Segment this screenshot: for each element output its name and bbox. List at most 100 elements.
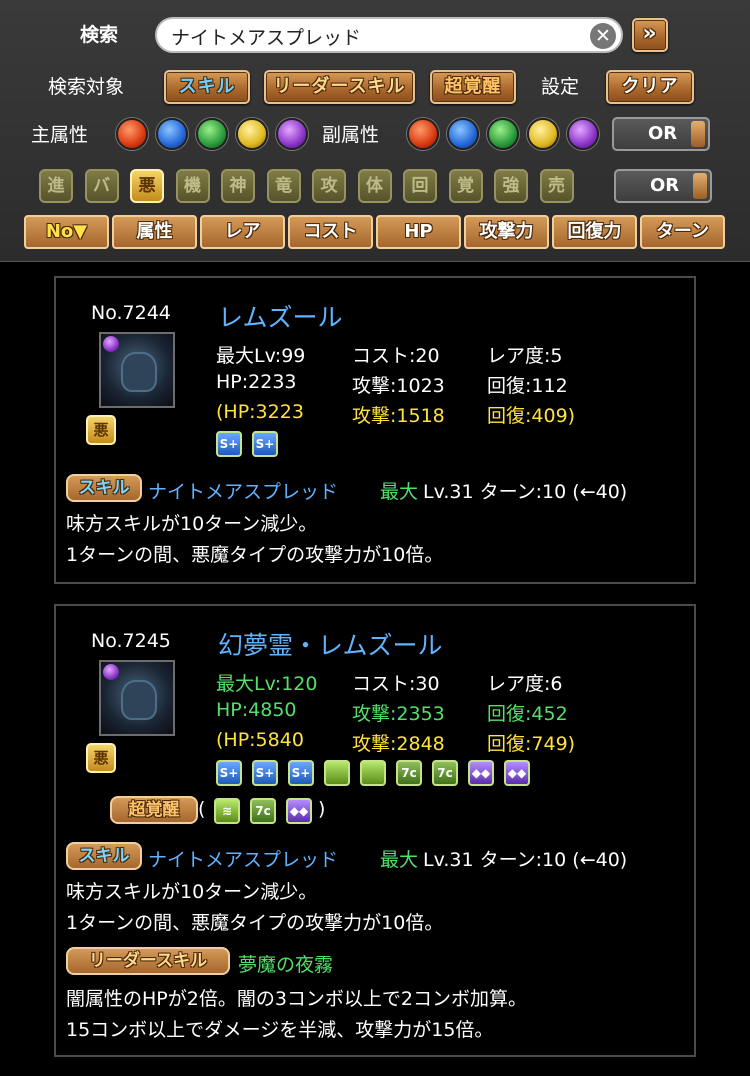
super-awakening-option-icon[interactable]: ≋ xyxy=(214,798,240,824)
skill-boost-awakening-icon: S+ xyxy=(252,760,278,786)
devil-type-icon: 悪 xyxy=(86,743,116,773)
close-icon: ✕ xyxy=(595,25,611,47)
main-wood-orb-icon[interactable] xyxy=(196,118,228,150)
sort-turn-button[interactable]: ターン xyxy=(640,215,725,249)
seven-combo-awakening-icon: 7c xyxy=(432,760,458,786)
target-skill-button[interactable]: スキル xyxy=(164,70,250,104)
attr-or-toggle[interactable]: OR xyxy=(612,117,710,151)
toggle-knob xyxy=(691,121,705,147)
monster-portrait[interactable] xyxy=(99,660,175,736)
monster-portrait[interactable] xyxy=(99,332,175,408)
super-awakening-option-icon[interactable]: ◆◆ xyxy=(286,798,312,824)
sort-atk-button[interactable]: 攻撃力 xyxy=(464,215,549,249)
main-fire-orb-icon[interactable] xyxy=(116,118,148,150)
sub-dark-orb-icon[interactable] xyxy=(567,118,599,150)
target-super-awaken-button[interactable]: 超覚醒 xyxy=(430,70,516,104)
target-leader-skill-button[interactable]: リーダースキル xyxy=(264,70,415,104)
machine-icon[interactable]: 機 xyxy=(175,169,210,203)
sort-attr-button[interactable]: 属性 xyxy=(112,215,197,249)
search-go-button[interactable]: » xyxy=(632,18,668,52)
monster-card[interactable]: No.7244 レムズール 悪 最大Lv:99 コスト:20 レア度:5 HP:… xyxy=(54,276,696,584)
monster-name[interactable]: 幻夢霊・レムズール xyxy=(218,626,443,662)
rarity: レア度:6 xyxy=(487,673,563,695)
hp-stat: HP:2233 xyxy=(216,371,297,393)
sort-cost-button[interactable]: コスト xyxy=(288,215,373,249)
super-awakening-option-icon[interactable]: 7c xyxy=(250,798,276,824)
dragon-icon[interactable]: 竜 xyxy=(266,169,301,203)
seven-combo-awakening-icon: 7c xyxy=(396,760,422,786)
atk-stat: 攻撃:1023 xyxy=(352,375,445,397)
atk-plus-stat: 攻撃:2848 xyxy=(352,733,445,755)
cost: コスト:20 xyxy=(352,345,440,367)
rcv-stat: 回復:112 xyxy=(487,375,568,397)
devil-icon[interactable]: 悪 xyxy=(130,169,164,203)
skill-description-line: 1ターンの間、悪魔タイプの攻撃力が10倍。 xyxy=(66,912,444,934)
rcv-stat: 回復:452 xyxy=(487,703,568,725)
skill-max-label: 最大 xyxy=(380,481,419,503)
skill-name: ナイトメアスプレッド xyxy=(148,849,339,871)
dark-attr-icon xyxy=(103,336,119,352)
type-or-toggle[interactable]: OR xyxy=(614,169,712,203)
sub-wood-orb-icon[interactable] xyxy=(487,118,519,150)
attacker-icon[interactable]: 攻 xyxy=(312,169,346,203)
atk-plus-stat: 攻撃:1518 xyxy=(352,405,445,427)
monster-card[interactable]: No.7245 幻夢霊・レムズール 悪 最大Lv:120 コスト:30 レア度:… xyxy=(54,604,696,1057)
main-water-orb-icon[interactable] xyxy=(156,118,188,150)
skill-tag: スキル xyxy=(66,474,142,502)
monster-name[interactable]: レムズール xyxy=(218,298,343,334)
sub-water-orb-icon[interactable] xyxy=(447,118,479,150)
monster-face xyxy=(121,680,157,720)
enhance-material-icon[interactable]: 強 xyxy=(494,169,528,203)
leader-skill-name: 夢魔の夜霧 xyxy=(238,954,334,976)
dark-row-awakening-icon: ◆◆ xyxy=(468,760,494,786)
skill-description-line: 味方スキルが10ターン減少。 xyxy=(66,513,318,535)
search-target-label: 検索対象 xyxy=(48,76,125,98)
sort-no-button[interactable]: No▼ xyxy=(24,215,109,249)
time-extend-awakening-icon xyxy=(324,760,350,786)
sort-rarity-button[interactable]: レア xyxy=(200,215,285,249)
sort-hp-button[interactable]: HP xyxy=(376,215,461,249)
sell-icon[interactable]: 売 xyxy=(539,169,574,203)
balance-icon[interactable]: バ xyxy=(84,169,119,203)
search-box[interactable]: ✕ xyxy=(155,17,623,53)
skill-description-line: 味方スキルが10ターン減少。 xyxy=(66,881,318,903)
skill-boost-awakening-icon: S+ xyxy=(216,431,242,457)
healer-icon[interactable]: 回 xyxy=(403,169,437,203)
settings-label: 設定 xyxy=(541,76,580,98)
rcv-plus-stat: 回復:409) xyxy=(487,405,576,427)
search-panel: 検索 ✕ » 検索対象 スキル リーダースキル 超覚醒 設定 クリア 主属性 副… xyxy=(0,0,750,262)
rcv-plus-stat: 回復:749) xyxy=(487,733,576,755)
monster-number: No.7244 xyxy=(91,302,171,324)
main-dark-orb-icon[interactable] xyxy=(276,118,308,150)
cost: コスト:30 xyxy=(352,673,440,695)
skill-description-line: 1ターンの間、悪魔タイプの攻撃力が10倍。 xyxy=(66,544,444,566)
skill-level-turn: Lv.31 ターン:10 (←40) xyxy=(423,481,628,503)
clear-search-button[interactable]: ✕ xyxy=(590,23,616,49)
sub-attr-label: 副属性 xyxy=(322,124,380,146)
leader-skill-description-line: 闇属性のHPが2倍。闇の3コンボ以上で2コンボ加算。 xyxy=(66,988,528,1010)
leader-skill-description-line: 15コンボ以上でダメージを半減、攻撃力が15倍。 xyxy=(66,1019,494,1041)
clear-button[interactable]: クリア xyxy=(606,70,694,104)
physical-icon[interactable]: 体 xyxy=(357,169,392,203)
atk-stat: 攻撃:2353 xyxy=(352,703,445,725)
skill-max-label: 最大 xyxy=(380,849,419,871)
skill-boost-awakening-icon: S+ xyxy=(288,760,314,786)
skill-boost-awakening-icon: S+ xyxy=(216,760,242,786)
skill-boost-awakening-icon: S+ xyxy=(252,431,278,457)
main-light-orb-icon[interactable] xyxy=(236,118,268,150)
evo-icon[interactable]: 進 xyxy=(39,169,73,203)
search-input[interactable] xyxy=(171,24,591,48)
dark-attr-icon xyxy=(103,664,119,680)
sort-rcv-button[interactable]: 回復力 xyxy=(552,215,637,249)
time-extend-awakening-icon xyxy=(360,760,386,786)
attr-or-toggle-label: OR xyxy=(648,123,678,144)
skill-name: ナイトメアスプレッド xyxy=(148,481,339,503)
sub-light-orb-icon[interactable] xyxy=(527,118,559,150)
fast-forward-icon: » xyxy=(642,21,658,46)
sub-fire-orb-icon[interactable] xyxy=(407,118,439,150)
awaken-material-icon[interactable]: 覚 xyxy=(448,169,483,203)
super-awakening-close-paren: ) xyxy=(318,798,326,820)
hp-stat: HP:4850 xyxy=(216,699,297,721)
god-icon[interactable]: 神 xyxy=(221,169,255,203)
leader-skill-tag: リーダースキル xyxy=(66,947,230,975)
